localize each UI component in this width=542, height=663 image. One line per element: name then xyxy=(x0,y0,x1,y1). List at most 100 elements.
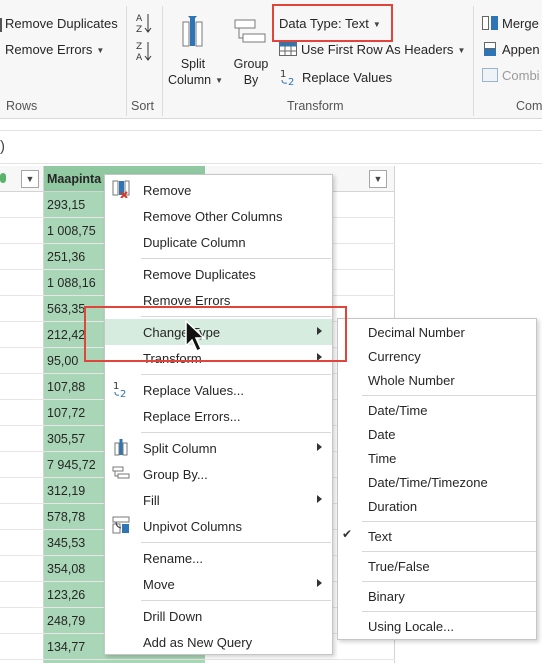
menu-separator xyxy=(362,395,536,396)
type-binary[interactable]: Binary xyxy=(338,584,536,608)
svg-text:1: 1 xyxy=(113,381,119,392)
group-by-button[interactable]: Group By xyxy=(228,12,274,88)
append-icon xyxy=(484,42,496,56)
svg-text:A: A xyxy=(136,14,143,24)
combine-binaries-button[interactable]: Combi xyxy=(482,68,540,83)
chevron-down-icon: ▼ xyxy=(215,76,223,85)
sort-group-label: Sort xyxy=(131,99,154,113)
type-true-false[interactable]: True/False xyxy=(338,554,536,578)
replace-values-button[interactable]: 1 2 Replace Values xyxy=(279,68,392,88)
table-cell[interactable]: 345,53 xyxy=(47,536,85,550)
type-text[interactable]: ✔ Text xyxy=(338,524,536,548)
table-cell[interactable]: 251,36 xyxy=(47,250,85,264)
menu-item-duplicate-column[interactable]: Duplicate Column xyxy=(105,229,332,255)
menu-separator xyxy=(141,600,331,601)
type-whole-number[interactable]: Whole Number xyxy=(338,368,536,392)
sort-ascending-button[interactable]: A Z xyxy=(136,12,152,37)
menu-item-rename[interactable]: Rename... xyxy=(105,545,332,571)
menu-item-remove-duplicates[interactable]: Remove Duplicates xyxy=(105,261,332,287)
column-header-label: Maapinta xyxy=(47,172,102,186)
menu-item-split-column[interactable]: Split Column xyxy=(105,435,332,461)
unpivot-icon xyxy=(112,516,130,534)
menu-separator xyxy=(141,432,331,433)
type-duration[interactable]: Duration xyxy=(338,494,536,518)
filter-dropdown-button[interactable]: ▼ xyxy=(369,170,387,188)
table-cell[interactable]: 107,72 xyxy=(47,406,85,420)
mouse-cursor-icon xyxy=(185,320,206,353)
chevron-right-icon xyxy=(317,495,322,503)
group-divider xyxy=(126,6,127,116)
table-cell[interactable]: 1 008,75 xyxy=(47,224,96,238)
menu-item-replace-values[interactable]: 1 2 Replace Values... xyxy=(105,377,332,403)
checkmark-icon: ✔ xyxy=(342,527,353,541)
type-date-time[interactable]: Date/Time xyxy=(338,398,536,422)
group-divider xyxy=(162,6,163,116)
table-cell[interactable]: 123,26 xyxy=(47,588,85,602)
highlight-box-data-type xyxy=(272,4,393,42)
type-using-locale[interactable]: Using Locale... xyxy=(338,614,536,638)
menu-item-fill[interactable]: Fill xyxy=(105,487,332,513)
table-cell[interactable]: 312,19 xyxy=(47,484,85,498)
menu-item-move[interactable]: Move xyxy=(105,571,332,597)
type-decimal-number[interactable]: Decimal Number xyxy=(338,320,536,344)
ribbon: Remove Duplicates Remove Errors ▼ Rows A … xyxy=(0,0,542,119)
table-cell[interactable]: 563,35 xyxy=(47,302,85,316)
table-cell[interactable]: 578,78 xyxy=(47,510,85,524)
menu-separator xyxy=(141,258,331,259)
column-context-menu: Remove Remove Other Columns Duplicate Co… xyxy=(104,174,333,655)
type-currency[interactable]: Currency xyxy=(338,344,536,368)
menu-separator xyxy=(362,521,536,522)
formula-bar[interactable] xyxy=(0,130,542,164)
svg-text:2: 2 xyxy=(288,77,294,86)
change-type-submenu: Decimal Number Currency Whole Number Dat… xyxy=(337,318,537,640)
table-cell[interactable]: 1 088,16 xyxy=(47,276,96,290)
rows-group-label: Rows xyxy=(6,99,38,113)
menu-item-remove[interactable]: Remove xyxy=(105,177,332,203)
remove-duplicates-button[interactable]: Remove Duplicates xyxy=(0,16,118,32)
append-queries-button[interactable]: Appen xyxy=(482,42,540,57)
menu-separator xyxy=(362,581,536,582)
split-column-icon xyxy=(182,16,203,47)
table-cell[interactable]: 354,08 xyxy=(47,562,85,576)
type-date-time-timezone[interactable]: Date/Time/Timezone xyxy=(338,470,536,494)
group-divider xyxy=(473,6,474,116)
sort-descending-icon: Z A xyxy=(136,42,152,63)
table-cell[interactable]: 107,88 xyxy=(47,380,85,394)
menu-item-add-as-new-query[interactable]: Add as New Query xyxy=(105,629,332,655)
column-type-icon xyxy=(0,173,6,183)
combine-group-label: Com xyxy=(516,99,542,113)
split-column-button[interactable]: Split Column ▼ xyxy=(168,12,223,90)
chevron-right-icon xyxy=(317,579,322,587)
chevron-down-icon: ▼ xyxy=(373,174,383,184)
table-cell[interactable]: 95,00 xyxy=(47,354,78,368)
menu-item-drill-down[interactable]: Drill Down xyxy=(105,603,332,629)
sort-descending-button[interactable]: Z A xyxy=(136,40,152,65)
split-column-icon xyxy=(114,439,128,456)
use-first-row-as-headers-button[interactable]: Use First Row As Headers ▼ xyxy=(279,42,465,57)
table-cell[interactable]: 248,79 xyxy=(47,614,85,628)
transform-group-label: Transform xyxy=(287,99,344,113)
filter-dropdown-button[interactable]: ▼ xyxy=(21,170,39,188)
svg-text:2: 2 xyxy=(120,389,126,398)
merge-icon xyxy=(482,16,498,30)
replace-values-icon: 1 2 xyxy=(280,69,294,88)
replace-values-icon: 1 2 xyxy=(113,381,126,398)
menu-separator xyxy=(141,374,331,375)
menu-item-group-by[interactable]: Group By... xyxy=(105,461,332,487)
menu-item-unpivot-columns[interactable]: Unpivot Columns xyxy=(105,513,332,539)
merge-queries-button[interactable]: Merge xyxy=(482,16,539,31)
type-date[interactable]: Date xyxy=(338,422,536,446)
table-cell[interactable]: 293,15 xyxy=(47,198,85,212)
table-cell[interactable]: 134,77 xyxy=(47,640,85,654)
type-time[interactable]: Time xyxy=(338,446,536,470)
remove-errors-button[interactable]: Remove Errors ▼ xyxy=(5,42,104,57)
table-cell[interactable]: 305,57 xyxy=(47,432,85,446)
svg-text:A: A xyxy=(136,53,143,62)
table-cell[interactable]: 7 945,72 xyxy=(47,458,96,472)
remove-duplicates-icon xyxy=(0,17,2,32)
group-by-icon xyxy=(234,19,266,43)
sort-ascending-icon: A Z xyxy=(136,14,152,35)
table-cell[interactable]: 212,42 xyxy=(47,328,85,342)
menu-item-remove-other-columns[interactable]: Remove Other Columns xyxy=(105,203,332,229)
menu-item-replace-errors[interactable]: Replace Errors... xyxy=(105,403,332,429)
